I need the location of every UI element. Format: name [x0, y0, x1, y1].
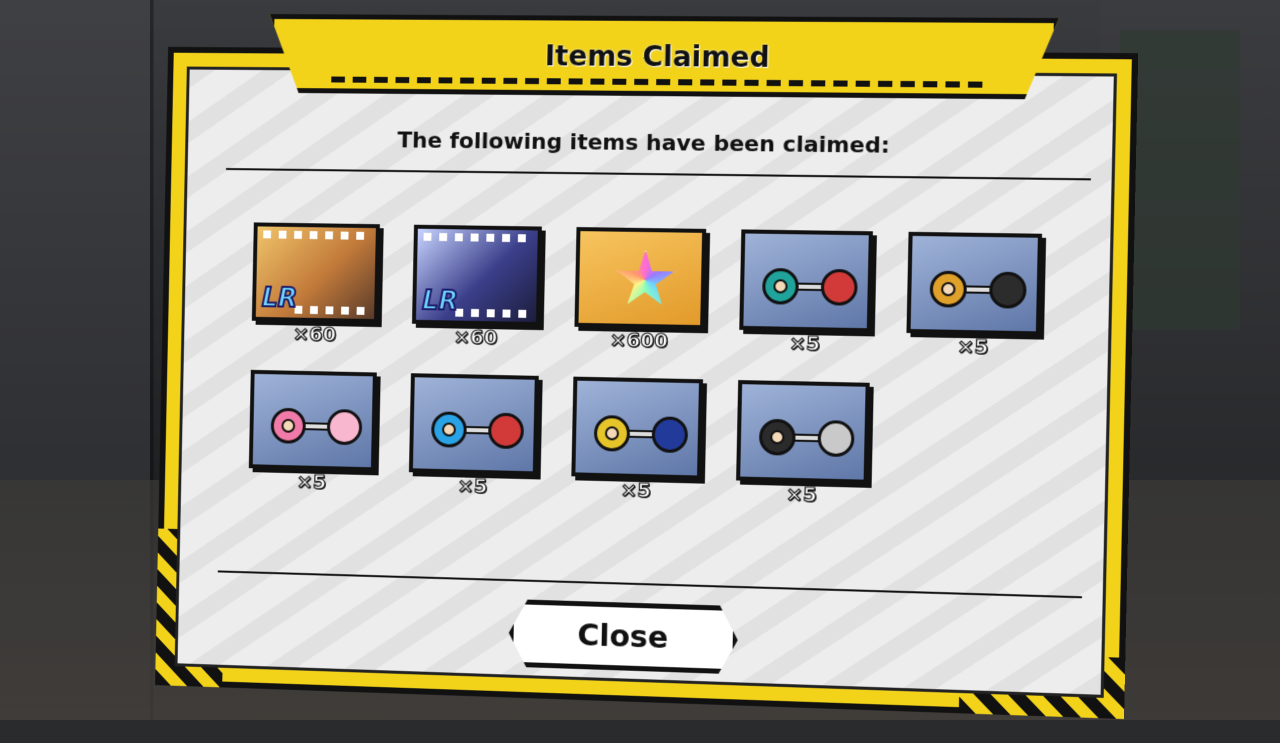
items-claimed-dialog: The following items have been claimed: L…: [12, 0, 1280, 743]
item-quantity: ×5: [620, 477, 652, 503]
dialog-title-bar: Items Claimed: [268, 14, 1059, 99]
dumbbell-right-weight: [487, 412, 525, 450]
dumbbell-left-weight: [758, 418, 796, 456]
divider-bottom: [217, 570, 1082, 599]
reward-item[interactable]: ×600: [574, 227, 711, 359]
item-quantity: ×60: [292, 321, 337, 347]
lr-scene-film-icon: LR: [251, 222, 380, 324]
character-face: [940, 281, 956, 297]
dumbbell-shape: [270, 407, 363, 446]
crystal-shape: [615, 250, 676, 311]
dumbbell-right-weight: [820, 268, 858, 306]
lr-badge: LR: [421, 285, 459, 317]
reward-item[interactable]: ×5: [571, 376, 708, 510]
dumbbell-icon: [739, 229, 873, 333]
dumbbell-shape: [929, 270, 1027, 309]
character-face: [604, 426, 620, 441]
reward-item[interactable]: LR ×60: [251, 222, 385, 352]
dumbbell-left-weight: [761, 267, 800, 305]
reward-item[interactable]: ×5: [739, 229, 878, 362]
dumbbell-icon: [906, 231, 1043, 336]
dumbbell-left-weight: [929, 270, 968, 308]
reward-item[interactable]: LR ×60: [411, 224, 546, 356]
character-face: [773, 279, 788, 294]
close-button-label: Close: [577, 617, 669, 656]
item-quantity: ×600: [609, 327, 669, 353]
dumbbell-icon: [571, 376, 704, 480]
dumbbell-icon: [736, 380, 870, 484]
dialog-subtitle: The following items have been claimed:: [397, 128, 890, 159]
reward-item[interactable]: ×5: [408, 373, 543, 505]
dumbbell-right-weight: [988, 271, 1027, 309]
reward-item[interactable]: ×5: [248, 369, 381, 501]
film-perforation: [423, 232, 532, 243]
dumbbell-shape: [593, 414, 689, 454]
dumbbell-icon: [408, 373, 539, 476]
dumbbell-right-weight: [326, 408, 363, 446]
reward-item[interactable]: ×5: [906, 231, 1047, 366]
item-quantity: ×5: [956, 333, 989, 359]
divider-top: [226, 168, 1091, 181]
item-quantity: ×5: [788, 330, 821, 356]
dialog-body: The following items have been claimed: L…: [174, 66, 1117, 698]
film-perforation: [263, 230, 370, 240]
item-quantity: ×5: [785, 481, 818, 507]
dumbbell-shape: [758, 418, 855, 458]
item-quantity: ×60: [453, 324, 499, 350]
dumbbell-left-weight: [593, 414, 631, 452]
dumbbell-right-weight: [817, 420, 855, 458]
character-face: [770, 430, 785, 445]
reward-grid: LR ×60 LR ×60 ×600 ×5 ×5 ×5 ×5 ×5 ×5: [248, 222, 1073, 539]
lr-badge: LR: [261, 283, 299, 315]
character-face: [441, 422, 457, 437]
dumbbell-shape: [430, 411, 525, 450]
reward-item[interactable]: ×5: [735, 380, 874, 514]
reward-row: ×5 ×5 ×5 ×5: [248, 369, 1070, 520]
lr-scene-film-icon: LR: [411, 224, 542, 327]
rainbow-star-crystal-icon: [574, 227, 707, 330]
item-quantity: ×5: [456, 473, 488, 499]
close-button[interactable]: Close: [508, 599, 738, 674]
item-quantity: ×5: [296, 469, 327, 495]
dumbbell-shape: [761, 267, 858, 306]
dialog-title: Items Claimed: [544, 38, 771, 74]
character-face: [281, 418, 296, 433]
film-perforation: [294, 305, 369, 315]
film-perforation: [455, 308, 531, 318]
dumbbell-left-weight: [430, 411, 468, 448]
dumbbell-left-weight: [270, 407, 307, 444]
dialog-frame: The following items have been claimed: L…: [155, 46, 1139, 720]
reward-row: LR ×60 LR ×60 ×600 ×5 ×5: [251, 222, 1073, 366]
dumbbell-right-weight: [651, 416, 689, 454]
dumbbell-icon: [248, 369, 377, 472]
